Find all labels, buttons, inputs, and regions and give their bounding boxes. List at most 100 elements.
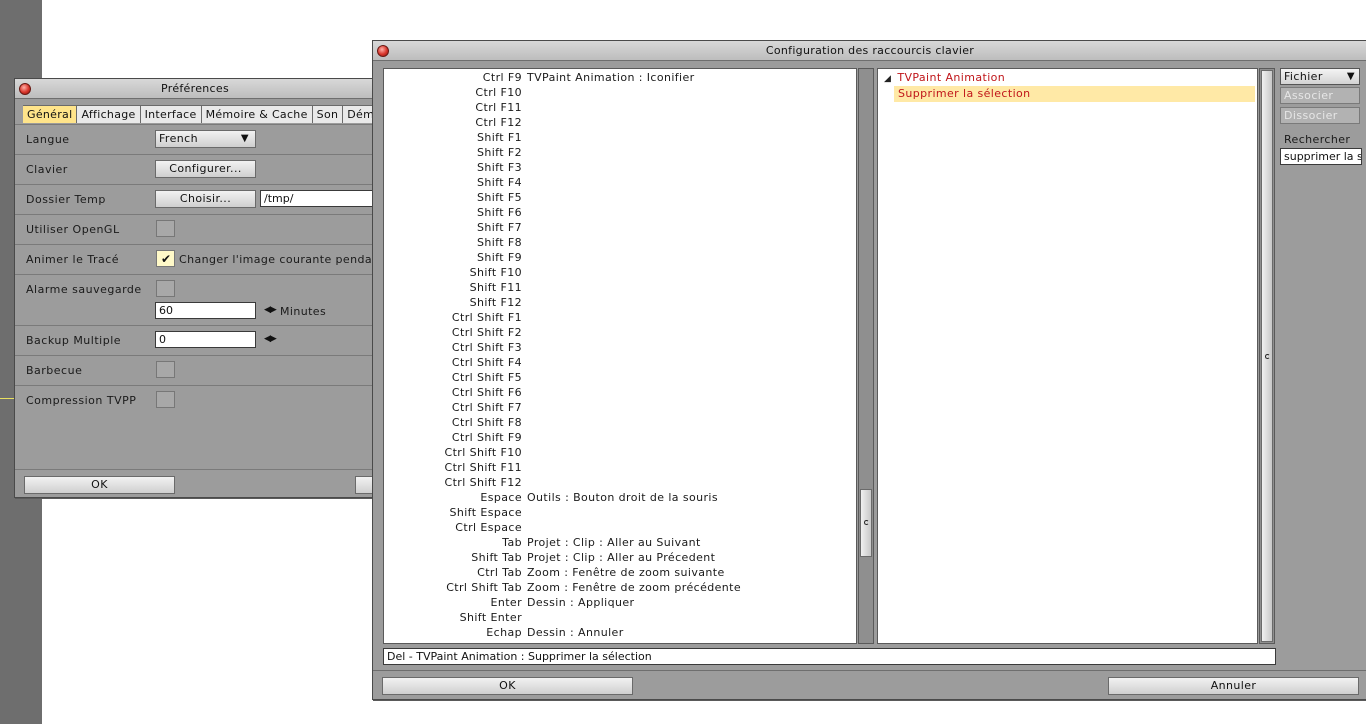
stepper-arrows-icon[interactable]: ◀▶ (264, 305, 277, 315)
fichier-dropdown[interactable]: Fichier ▼ (1280, 68, 1360, 85)
scrollbar-thumb[interactable] (1261, 70, 1273, 642)
annuler-button[interactable]: Annuler (1108, 677, 1359, 695)
shortcut-row[interactable]: Tab Projet : Clip : Aller au Suivant (384, 535, 854, 550)
shortcut-action: Projet : Clip : Aller au Suivant (527, 536, 701, 549)
shortcut-row[interactable]: Shift F3 (384, 160, 854, 175)
tree-root-item[interactable]: ◢ TVPaint Animation (884, 71, 1005, 84)
shortcut-key: Ctrl Shift F8 (451, 416, 522, 429)
opengl-checkbox[interactable] (156, 220, 175, 237)
shortcut-row[interactable]: Ctrl Espace (384, 520, 854, 535)
scrollbar-thumb[interactable] (860, 489, 872, 557)
shortcut-row[interactable]: Shift F1 (384, 130, 854, 145)
shortcut-row[interactable]: Shift F7 (384, 220, 854, 235)
shortcuts-title: Configuration des raccourcis clavier (765, 44, 975, 57)
shortcut-row[interactable]: Ctrl Shift F7 (384, 400, 854, 415)
tab-memoire-cache[interactable]: Mémoire & Cache (201, 105, 313, 123)
stepper-arrows-icon[interactable]: ◀▶ (264, 334, 277, 344)
shortcut-row[interactable]: Ctrl Shift F5 (384, 370, 854, 385)
preferences-titlebar[interactable]: Préférences (15, 79, 375, 99)
shortcut-key: Ctrl Shift F12 (444, 476, 522, 489)
shortcut-row[interactable]: Echap Dessin : Annuler (384, 625, 854, 640)
shortcut-row[interactable]: Enter Dessin : Appliquer (384, 595, 854, 610)
associer-button[interactable]: Associer (1280, 87, 1360, 104)
shortcut-row[interactable]: Shift Espace (384, 505, 854, 520)
shortcut-row[interactable]: Ctrl F11 (384, 100, 854, 115)
shortcut-key: Ctrl Shift F1 (451, 311, 522, 324)
alarme-label: Alarme sauvegarde (26, 283, 142, 296)
shortcut-row[interactable]: Ctrl Shift F3 (384, 340, 854, 355)
shortcut-row[interactable]: Shift F2 (384, 145, 854, 160)
choisir-button[interactable]: Choisir... (155, 190, 256, 208)
action-tree[interactable]: ◢ TVPaint Animation Supprimer la sélectio… (877, 68, 1258, 644)
close-icon[interactable] (377, 45, 389, 57)
shortcut-key: Ctrl F10 (475, 86, 522, 99)
rechercher-input[interactable]: supprimer la s (1280, 148, 1362, 165)
shortcut-row[interactable]: Ctrl Shift F9 (384, 430, 854, 445)
checkmark-icon: ✔ (161, 252, 172, 266)
shortcut-row[interactable]: Shift F10 (384, 265, 854, 280)
alarme-row: Alarme sauvegarde 60 ◀▶ Minutes (15, 274, 375, 325)
close-icon[interactable] (19, 83, 31, 95)
background-guide-line (0, 398, 14, 399)
shortcut-key: Shift F8 (476, 236, 522, 249)
shortcuts-window: Configuration des raccourcis clavier Ctr… (372, 40, 1366, 700)
shortcut-key: Shift F4 (476, 176, 522, 189)
alarme-minutes-field[interactable]: 60 (155, 302, 256, 319)
shortcut-action: Outils : Bouton droit de la souris (527, 491, 718, 504)
tree-selected-item[interactable]: Supprimer la sélection (894, 86, 1255, 102)
shortcut-key: Shift F2 (476, 146, 522, 159)
shortcut-row[interactable]: Shift F4 (384, 175, 854, 190)
ok-button[interactable]: OK (382, 677, 633, 695)
opengl-row: Utiliser OpenGL (15, 214, 375, 244)
clavier-row: Clavier Configurer... (15, 154, 375, 184)
shortcut-row[interactable]: Shift F5 (384, 190, 854, 205)
action-tree-scrollbar[interactable] (1259, 68, 1275, 644)
shortcut-row[interactable]: Ctrl Shift F8 (384, 415, 854, 430)
shortcut-key: Shift F5 (476, 191, 522, 204)
shortcut-row[interactable]: Ctrl Shift F2 (384, 325, 854, 340)
shortcut-row[interactable]: Shift F6 (384, 205, 854, 220)
compression-checkbox[interactable] (156, 391, 175, 408)
tab-general[interactable]: Général (23, 105, 78, 123)
shortcut-row[interactable]: Ctrl Shift F1 (384, 310, 854, 325)
shortcut-row[interactable]: Ctrl Shift F11 (384, 460, 854, 475)
shortcut-row[interactable]: Ctrl Shift F12 (384, 475, 854, 490)
tab-interface[interactable]: Interface (140, 105, 202, 123)
configurer-button[interactable]: Configurer... (155, 160, 256, 178)
barbecue-checkbox[interactable] (156, 361, 175, 378)
animer-row: Animer le Tracé ✔ Changer l'image couran… (15, 244, 375, 274)
animer-checkbox[interactable]: ✔ (156, 250, 175, 267)
shortcut-key: Ctrl Shift F9 (451, 431, 522, 444)
shortcut-row[interactable]: Shift Tab Projet : Clip : Aller au Préced… (384, 550, 854, 565)
shortcuts-titlebar[interactable]: Configuration des raccourcis clavier (373, 41, 1366, 61)
ok-button[interactable]: OK (24, 476, 175, 494)
shortcut-row[interactable]: Ctrl Shift F6 (384, 385, 854, 400)
shortcut-row[interactable]: Ctrl F12 (384, 115, 854, 130)
langue-select[interactable]: French ▼ (155, 130, 256, 148)
dossier-field[interactable]: /tmp/ (260, 190, 375, 207)
shortcut-list[interactable]: Ctrl F9 TVPaint Animation : Iconifier Ctrl… (383, 68, 857, 644)
animer-label: Animer le Tracé (26, 253, 120, 266)
shortcut-row[interactable]: Shift F12 (384, 295, 854, 310)
alarme-checkbox[interactable] (156, 280, 175, 297)
tab-son[interactable]: Son (312, 105, 344, 123)
shortcut-row[interactable]: Espace Outils : Bouton droit de la souris (384, 490, 854, 505)
shortcut-row[interactable]: Ctrl F10 (384, 85, 854, 100)
shortcut-row[interactable]: Ctrl F9 TVPaint Animation : Iconifier (384, 70, 854, 85)
shortcut-row[interactable]: Ctrl Shift F4 (384, 355, 854, 370)
dissocier-button[interactable]: Dissocier (1280, 107, 1360, 124)
shortcut-row[interactable]: Shift Enter (384, 610, 854, 625)
shortcut-row[interactable]: Ctrl Shift F10 (384, 445, 854, 460)
shortcut-row[interactable]: Shift F8 (384, 235, 854, 250)
shortcut-row[interactable]: Ctrl Shift Tab Zoom : Fenêtre de zoom pré… (384, 580, 854, 595)
backup-field[interactable]: 0 (155, 331, 256, 348)
shortcut-list-scrollbar[interactable] (858, 68, 874, 644)
shortcut-key: Ctrl F11 (475, 101, 522, 114)
shortcut-row[interactable]: Ctrl Tab Zoom : Fenêtre de zoom suivante (384, 565, 854, 580)
shortcut-row[interactable]: Shift F9 (384, 250, 854, 265)
shortcut-action: Dessin : Appliquer (527, 596, 635, 609)
expand-triangle-icon[interactable]: ◢ (884, 74, 891, 84)
shortcut-key: Ctrl F9 (482, 71, 522, 84)
shortcut-row[interactable]: Shift F11 (384, 280, 854, 295)
tab-affichage[interactable]: Affichage (77, 105, 141, 123)
